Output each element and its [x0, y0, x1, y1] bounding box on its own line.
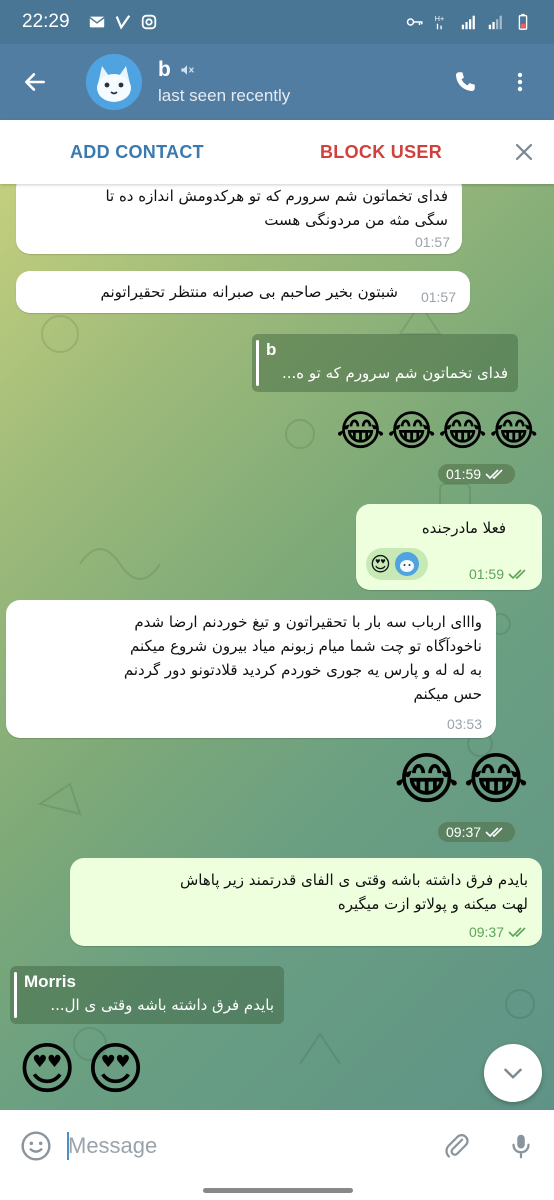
signal-2-icon [488, 15, 502, 30]
block-user-button[interactable]: BLOCK USER [320, 142, 442, 163]
mail-icon [88, 16, 105, 28]
chat-header: b last seen recently [0, 44, 554, 120]
reply-sender: b [266, 340, 277, 359]
signal-icon [461, 15, 475, 30]
more-vert-icon[interactable] [508, 69, 532, 95]
chevron-down-icon [504, 1068, 522, 1079]
home-indicator[interactable] [203, 1188, 353, 1193]
double-check-icon [485, 469, 503, 480]
emoji-icon[interactable] [20, 1130, 52, 1162]
reply-preview[interactable]: Morris بایدم فرق داشته باشه وقتی ی ال... [10, 966, 284, 1024]
message-text: به له له و پارس یه جوری خوردم کردید قلاد… [123, 661, 482, 679]
phone-icon[interactable] [452, 69, 478, 95]
peer-status: last seen recently [158, 86, 291, 105]
peer-info[interactable]: b last seen recently [158, 58, 290, 106]
message-time: 01:57 [414, 234, 450, 250]
reply-text: بایدم فرق داشته باشه وقتی ی ال... [50, 996, 274, 1014]
mute-icon [181, 65, 194, 75]
message-text: شبتون بخیر صاحبم بی صبرانه منتظر تحقیرات… [100, 283, 398, 301]
message-time: 01:59 [468, 566, 504, 582]
message-bubble-incoming[interactable]: فدای تخماتون شم سرورم که تو هرکدومش اندا… [16, 184, 462, 254]
battery-icon [518, 13, 528, 30]
message-time-pill: 09:37 [438, 822, 516, 842]
system-nav-bar [0, 1182, 554, 1200]
reply-preview[interactable]: b فدای تخماتون شم سرورم که تو ه... [252, 334, 518, 392]
cat-avatar-icon [86, 54, 142, 110]
message-bubble-outgoing[interactable]: فعلا مادرجنده 😍 01:59 [356, 504, 542, 590]
message-time: 01:57 [420, 289, 456, 305]
attach-icon[interactable] [442, 1131, 472, 1161]
message-text: فعلا مادرجنده [421, 519, 506, 537]
emoji-message[interactable]: 😂😂😂😂 [336, 410, 540, 452]
peer-name: b [158, 58, 171, 81]
signal-h-icon: H+ [435, 14, 444, 30]
message-text: حس میکنم [413, 685, 482, 703]
scroll-down-button[interactable] [484, 1044, 542, 1102]
key-icon [406, 18, 423, 26]
chat-area[interactable]: فدای تخماتون شم سرورم که تو هرکدومش اندا… [0, 184, 554, 1110]
avatar[interactable] [86, 54, 142, 110]
message-time: 03:53 [446, 716, 482, 732]
message-input[interactable] [68, 1130, 368, 1162]
message-composer [0, 1110, 554, 1182]
message-time: 09:37 [468, 924, 504, 940]
back-button[interactable] [0, 44, 70, 120]
emoji-message[interactable]: 😂😂 [394, 752, 533, 808]
back-arrow-icon [25, 73, 45, 91]
add-contact-button[interactable]: ADD CONTACT [70, 142, 204, 163]
message-time-pill: 01:59 [438, 464, 516, 484]
message-text: فدای تخماتون شم سرورم که تو هرکدومش اندا… [105, 187, 448, 205]
reply-text: فدای تخماتون شم سرورم که تو ه... [281, 364, 508, 382]
message-text: لهت میکنه و پولاتو ازت میگیره [337, 895, 528, 913]
close-icon[interactable] [512, 140, 536, 164]
double-check-icon [485, 827, 503, 838]
status-bar: 22:29 H+ [0, 0, 554, 44]
status-time: 22:29 [22, 11, 70, 32]
mic-icon[interactable] [506, 1131, 536, 1161]
instagram-icon [141, 14, 156, 30]
message-text: واااى ارباب سه بار با تحقیراتون و تیغ خو… [134, 613, 482, 631]
message-text: ناخودآگاه تو چت شما میام زبونم میاد بیرو… [129, 637, 482, 655]
message-bubble-incoming[interactable]: واااى ارباب سه بار با تحقیراتون و تیغ خو… [6, 600, 496, 738]
double-check-icon [508, 927, 526, 938]
reaction-avatar-icon [394, 552, 419, 576]
svg-text:H+: H+ [435, 14, 444, 23]
reaction-chip[interactable]: 😍 [366, 548, 428, 580]
message-time: 01:59 [446, 466, 482, 482]
reaction-emoji: 😍 [370, 552, 391, 576]
emoji-message[interactable]: 😍😍 [18, 1042, 155, 1098]
message-bubble-incoming[interactable]: شبتون بخیر صاحبم بی صبرانه منتظر تحقیرات… [16, 271, 470, 313]
double-check-icon [508, 569, 526, 580]
message-bubble-outgoing[interactable]: بایدم فرق داشته باشه وقتی ی الفای قدرتمن… [70, 858, 542, 946]
message-time: 09:37 [446, 824, 482, 840]
message-text: بایدم فرق داشته باشه وقتی ی الفای قدرتمن… [179, 871, 528, 889]
check-notification-icon [115, 15, 130, 30]
reply-sender: Morris [24, 972, 76, 991]
message-text: سگی مثه من مردونگی هست [264, 211, 448, 229]
contact-action-bar: ADD CONTACT BLOCK USER [0, 120, 554, 184]
